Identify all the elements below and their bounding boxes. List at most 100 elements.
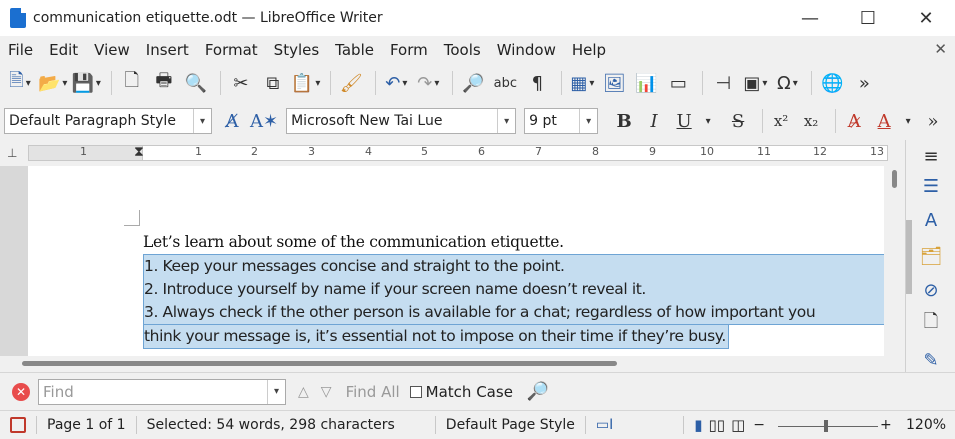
redo-icon[interactable]: ↷ — [414, 68, 442, 98]
find-next-icon[interactable]: ▽ — [321, 384, 332, 400]
selected-line-last[interactable]: think your message is, it’s essential no… — [143, 325, 729, 349]
menu-help[interactable]: Help — [564, 41, 614, 59]
insert-hyperlink-icon[interactable]: 🌐 — [818, 68, 846, 98]
insert-chart-icon[interactable]: 📊 — [632, 68, 660, 98]
styles-icon[interactable]: A — [919, 208, 943, 232]
print-preview-icon[interactable]: 🔍 — [182, 68, 210, 98]
superscript-button[interactable]: x² — [769, 106, 793, 136]
style-inspector-icon[interactable]: ✎ — [919, 348, 943, 372]
paste-icon[interactable]: 📋 — [291, 68, 320, 98]
find-all-button[interactable]: Find All — [346, 383, 400, 401]
zoom-level[interactable]: 120% — [906, 417, 946, 433]
document-area[interactable]: Let’s learn about some of the communicat… — [0, 166, 905, 356]
new-style-icon[interactable]: A✶ — [250, 106, 278, 136]
formatting-marks-icon[interactable]: ¶ — [523, 68, 551, 98]
zoom-slider[interactable] — [778, 426, 878, 427]
new-document-icon[interactable]: 🗎 — [6, 68, 34, 98]
tab-stop-icon[interactable]: ⊥ — [7, 146, 17, 160]
properties-icon[interactable]: ☰ — [919, 174, 943, 198]
print-icon[interactable]: 🖶 — [150, 68, 178, 98]
toolbar-overflow-icon[interactable]: » — [921, 106, 945, 136]
match-case-checkbox[interactable] — [409, 385, 422, 398]
spelling-icon[interactable]: abc — [491, 68, 519, 98]
undo-icon[interactable]: ↶ — [382, 68, 410, 98]
minimize-button[interactable]: — — [781, 0, 839, 36]
horizontal-ruler[interactable]: ⊥ 1 ⧗ 1 2 3 4 5 6 7 8 9 10 11 12 13 — [0, 140, 905, 166]
gallery-icon[interactable]: 🗂 — [919, 244, 943, 268]
cut-icon[interactable]: ✂ — [227, 68, 255, 98]
close-find-bar-icon[interactable]: ✕ — [12, 382, 30, 401]
open-folder-icon[interactable]: 📂 — [38, 68, 67, 98]
zoom-out-icon[interactable]: − — [753, 417, 765, 433]
vertical-scroll-thumb[interactable] — [892, 170, 897, 188]
paragraph-style-select[interactable]: Default Paragraph Style ▾ — [4, 108, 212, 134]
page-count[interactable]: Page 1 of 1 — [47, 417, 126, 433]
clear-formatting-icon[interactable]: A̷ — [842, 106, 866, 136]
insert-special-character-icon[interactable]: Ω — [773, 68, 801, 98]
selection-count[interactable]: Selected: 54 words, 298 characters — [147, 417, 395, 433]
selected-line[interactable]: 1. Keep your messages concise and straig… — [144, 255, 884, 278]
heading-line[interactable]: Let’s learn about some of the communicat… — [143, 230, 885, 254]
menu-view[interactable]: View — [86, 41, 138, 59]
zoom-slider-handle[interactable] — [824, 420, 828, 432]
chevron-down-icon[interactable]: ▾ — [193, 109, 211, 133]
menu-table[interactable]: Table — [327, 41, 382, 59]
document-modified-icon[interactable] — [10, 417, 26, 433]
menu-tools[interactable]: Tools — [436, 41, 489, 59]
insert-field-icon[interactable]: ▣ — [741, 68, 769, 98]
sidebar-menu-icon[interactable]: ≡ — [919, 144, 943, 168]
sidebar-collapse-handle[interactable] — [906, 220, 912, 294]
copy-icon[interactable]: ⧉ — [259, 68, 287, 98]
selection-mode-icon[interactable]: ▭I — [596, 417, 613, 433]
indent-marker-icon[interactable]: ⧗ — [134, 144, 144, 160]
menu-edit[interactable]: Edit — [41, 41, 86, 59]
find-replace-icon[interactable]: 🔎 — [459, 68, 487, 98]
menu-window[interactable]: Window — [489, 41, 564, 59]
document-text[interactable]: Let’s learn about some of the communicat… — [143, 230, 885, 349]
underline-button[interactable]: U — [672, 106, 696, 136]
italic-button[interactable]: I — [642, 106, 666, 136]
find-input[interactable]: Find ▾ — [38, 378, 286, 405]
insert-table-icon[interactable]: ▦ — [568, 68, 596, 98]
navigator-icon[interactable]: ⊘ — [919, 278, 943, 302]
close-window-button[interactable]: ✕ — [897, 0, 955, 36]
find-replace-icon[interactable]: 🔎 — [527, 381, 549, 402]
find-previous-icon[interactable]: △ — [298, 384, 309, 400]
export-pdf-icon[interactable]: 🗋 — [118, 68, 146, 98]
font-size-select[interactable]: 9 pt ▾ — [524, 108, 599, 134]
vertical-scrollbar[interactable] — [884, 166, 905, 356]
chevron-down-icon[interactable]: ▾ — [696, 106, 720, 136]
document-page[interactable]: Let’s learn about some of the communicat… — [28, 166, 885, 356]
insert-text-box-icon[interactable]: ▭ — [664, 68, 692, 98]
insert-page-break-icon[interactable]: ⊣ — [709, 68, 737, 98]
menu-format[interactable]: Format — [197, 41, 266, 59]
page-icon[interactable]: 🗋 — [919, 311, 943, 336]
chevron-down-icon[interactable]: ▾ — [267, 379, 285, 404]
font-name-select[interactable]: Microsoft New Tai Lue ▾ — [286, 108, 517, 134]
page-style[interactable]: Default Page Style — [446, 417, 575, 433]
zoom-in-icon[interactable]: + — [880, 417, 892, 433]
chevron-down-icon[interactable]: ▾ — [896, 106, 920, 136]
horizontal-scrollbar[interactable] — [0, 356, 905, 370]
close-document-icon[interactable]: ✕ — [934, 40, 947, 58]
menu-file[interactable]: File — [0, 41, 41, 59]
strikethrough-button[interactable]: S — [726, 106, 750, 136]
selected-text-block[interactable]: 1. Keep your messages concise and straig… — [143, 254, 885, 325]
book-view-icon[interactable]: ◫ — [731, 416, 745, 434]
chevron-down-icon[interactable]: ▾ — [497, 109, 515, 133]
font-color-icon[interactable]: A — [872, 106, 896, 136]
selected-line[interactable]: 2. Introduce yourself by name if your sc… — [144, 278, 884, 301]
menu-form[interactable]: Form — [382, 41, 436, 59]
bold-button[interactable]: B — [612, 106, 636, 136]
horizontal-scroll-thumb[interactable] — [22, 361, 617, 366]
toolbar-overflow-icon[interactable]: » — [850, 68, 878, 98]
menu-styles[interactable]: Styles — [266, 41, 328, 59]
subscript-button[interactable]: x₂ — [799, 106, 823, 136]
single-page-view-icon[interactable]: ▮ — [694, 416, 702, 434]
maximize-button[interactable]: ☐ — [839, 0, 897, 36]
insert-image-icon[interactable]: 🖼 — [600, 68, 628, 98]
match-case-label[interactable]: Match Case — [426, 383, 513, 401]
selected-line[interactable]: 3. Always check if the other person is a… — [144, 301, 884, 324]
multi-page-view-icon[interactable]: ▯▯ — [709, 416, 726, 434]
clone-formatting-icon[interactable]: 🖌 — [337, 68, 365, 98]
